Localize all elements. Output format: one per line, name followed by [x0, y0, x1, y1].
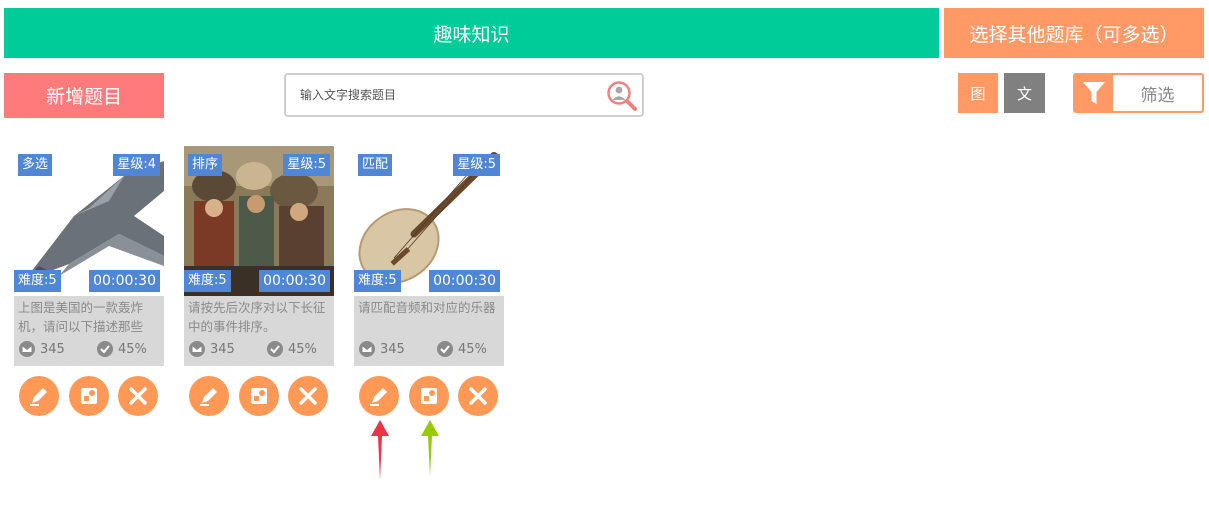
edit-button[interactable] — [19, 376, 59, 416]
delete-x-icon — [299, 387, 317, 405]
views-count: 345 — [380, 341, 405, 357]
accuracy-value: 45% — [458, 341, 487, 357]
card-actions — [354, 376, 504, 426]
accuracy-check-icon — [267, 341, 283, 357]
question-thumbnail[interactable]: 多选 星级:4 难度:5 00:00:30 — [14, 146, 164, 296]
question-type-tag: 排序 — [188, 154, 223, 176]
card-actions — [184, 376, 334, 426]
select-other-bank-button[interactable]: 选择其他题库（可多选） — [944, 8, 1204, 58]
question-type-tag: 匹配 — [358, 154, 393, 176]
question-card[interactable]: 匹配 星级:5 难度:5 00:00:30 请匹配音频和对应的乐器 345 45… — [354, 146, 504, 426]
star-level-tag: 星级:5 — [453, 154, 500, 176]
views-icon — [19, 341, 35, 357]
star-level-tag: 星级:4 — [113, 154, 160, 176]
views-stat: 345 — [188, 340, 266, 358]
page: 趣味知识 选择其他题库（可多选） 新增题目 图 文 筛选 — [0, 0, 1209, 514]
search-box — [284, 73, 644, 117]
filter-funnel-icon — [1075, 75, 1113, 111]
edit-button[interactable] — [189, 376, 229, 416]
question-type-tag: 多选 — [18, 154, 53, 176]
copy-icon — [81, 388, 97, 404]
delete-button[interactable] — [288, 376, 328, 416]
view-text-toggle[interactable]: 文 — [1004, 73, 1045, 113]
question-info: 请匹配音频和对应的乐器 345 45% — [354, 296, 504, 366]
duration-tag: 00:00:30 — [429, 270, 500, 292]
filter-button[interactable]: 筛选 — [1073, 73, 1204, 113]
copy-icon — [421, 388, 437, 404]
star-level-tag: 星级:5 — [283, 154, 330, 176]
copy-icon — [251, 388, 267, 404]
views-stat: 345 — [358, 340, 436, 358]
difficulty-tag: 难度:5 — [184, 270, 231, 292]
accuracy-stat: 45% — [266, 340, 317, 358]
question-thumbnail[interactable]: 匹配 星级:5 难度:5 00:00:30 — [354, 146, 504, 296]
accuracy-check-icon — [437, 341, 453, 357]
question-card[interactable]: 多选 星级:4 难度:5 00:00:30 上图是美国的一款轰炸机，请问以下描述… — [14, 146, 164, 426]
copy-button[interactable] — [409, 376, 449, 416]
search-input[interactable] — [300, 83, 600, 107]
accuracy-value: 45% — [288, 341, 317, 357]
views-icon — [189, 341, 205, 357]
difficulty-tag: 难度:5 — [354, 270, 401, 292]
question-stats: 345 45% — [358, 336, 500, 362]
red-annotation-arrow — [371, 420, 389, 480]
filter-label: 筛选 — [1140, 85, 1175, 106]
view-image-toggle[interactable]: 图 — [958, 73, 998, 113]
question-stats: 345 45% — [18, 336, 160, 362]
question-thumbnail[interactable]: 排序 星级:5 难度:5 00:00:30 — [184, 146, 334, 296]
accuracy-stat: 45% — [436, 340, 487, 358]
green-annotation-arrow — [421, 420, 439, 476]
question-description: 上图是美国的一款轰炸机，请问以下描述那些 — [18, 300, 144, 334]
edit-pencil-icon — [370, 388, 387, 406]
copy-button[interactable] — [69, 376, 109, 416]
question-description: 请匹配音频和对应的乐器 — [358, 300, 496, 315]
delete-button[interactable] — [458, 376, 498, 416]
views-stat: 345 — [18, 340, 96, 358]
edit-button[interactable] — [359, 376, 399, 416]
accuracy-value: 45% — [118, 341, 147, 357]
delete-button[interactable] — [118, 376, 158, 416]
edit-pencil-icon — [30, 388, 47, 406]
views-icon — [359, 341, 375, 357]
question-card[interactable]: 排序 星级:5 难度:5 00:00:30 请按先后次序对以下长征中的事件排序。… — [184, 146, 334, 426]
accuracy-check-icon — [97, 341, 113, 357]
difficulty-tag: 难度:5 — [14, 270, 61, 292]
views-count: 345 — [210, 341, 235, 357]
new-question-button[interactable]: 新增题目 — [4, 73, 164, 118]
edit-pencil-icon — [200, 388, 217, 406]
duration-tag: 00:00:30 — [89, 270, 160, 292]
duration-tag: 00:00:30 — [259, 270, 330, 292]
card-actions — [14, 376, 164, 426]
delete-x-icon — [129, 387, 147, 405]
views-count: 345 — [40, 341, 65, 357]
question-stats: 345 45% — [188, 336, 330, 362]
delete-x-icon — [469, 387, 487, 405]
question-bank-title: 趣味知识 — [4, 8, 939, 58]
question-info: 上图是美国的一款轰炸机，请问以下描述那些 345 45% — [14, 296, 164, 366]
search-user-icon[interactable] — [606, 80, 638, 112]
question-description: 请按先后次序对以下长征中的事件排序。 — [188, 300, 326, 334]
accuracy-stat: 45% — [96, 340, 147, 358]
question-info: 请按先后次序对以下长征中的事件排序。 345 45% — [184, 296, 334, 366]
copy-button[interactable] — [239, 376, 279, 416]
